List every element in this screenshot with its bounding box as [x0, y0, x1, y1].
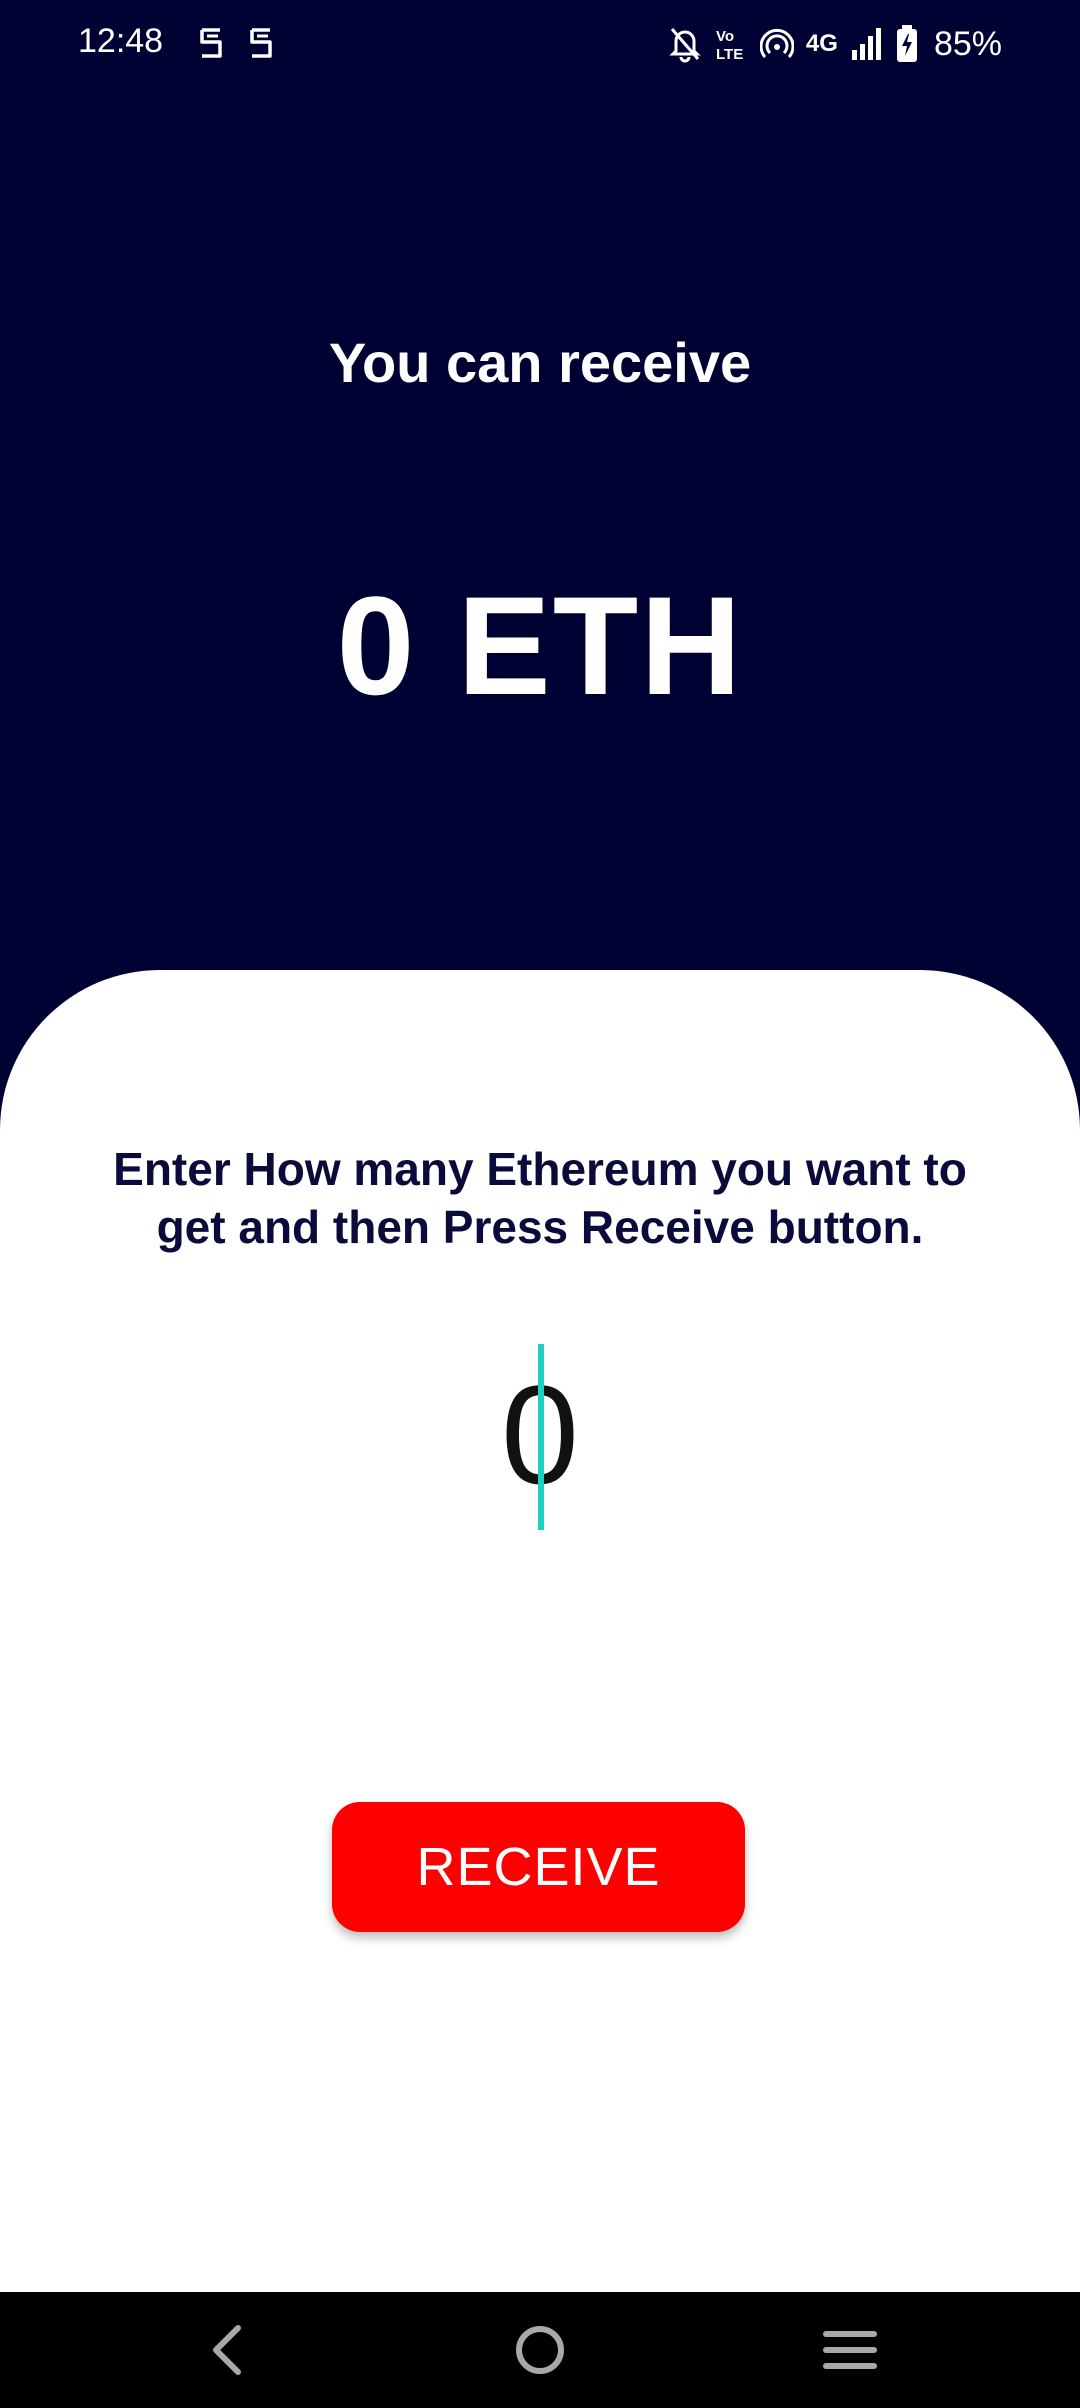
menu-icon[interactable]: [820, 2320, 880, 2380]
silent-bell-icon: [668, 25, 702, 63]
volte-icon: Vo LTE: [714, 25, 748, 63]
battery-charging-icon: [896, 25, 918, 63]
svg-text:LTE: LTE: [716, 46, 743, 63]
network-type: 4G: [805, 30, 838, 57]
amount-input-container[interactable]: [390, 1340, 690, 1530]
back-icon[interactable]: [198, 2320, 258, 2380]
screen: 12:48 Vo LTE 4G 85% You can receive 0 ET…: [0, 0, 1080, 2408]
s-app-icon: [248, 26, 274, 60]
status-time: 12:48: [78, 22, 164, 60]
home-icon[interactable]: [510, 2320, 570, 2380]
receive-button[interactable]: RECEIVE: [332, 1802, 745, 1932]
svg-text:Vo: Vo: [716, 28, 734, 45]
text-cursor: [538, 1344, 544, 1530]
status-icons: Vo LTE 4G 85%: [668, 22, 1002, 66]
status-bar: 12:48 Vo LTE 4G 85%: [0, 0, 1080, 90]
instruction-text: Enter How many Ethereum you want to get …: [113, 1143, 967, 1253]
hotspot-icon: [759, 27, 794, 61]
navigation-bar: [0, 2292, 1080, 2408]
page-title: You can receive: [328, 331, 752, 394]
battery-percentage: 85%: [933, 24, 1002, 63]
receivable-amount: 0 ETH: [336, 567, 744, 724]
s-app-icon: [198, 26, 224, 60]
signal-icon: [850, 26, 884, 62]
